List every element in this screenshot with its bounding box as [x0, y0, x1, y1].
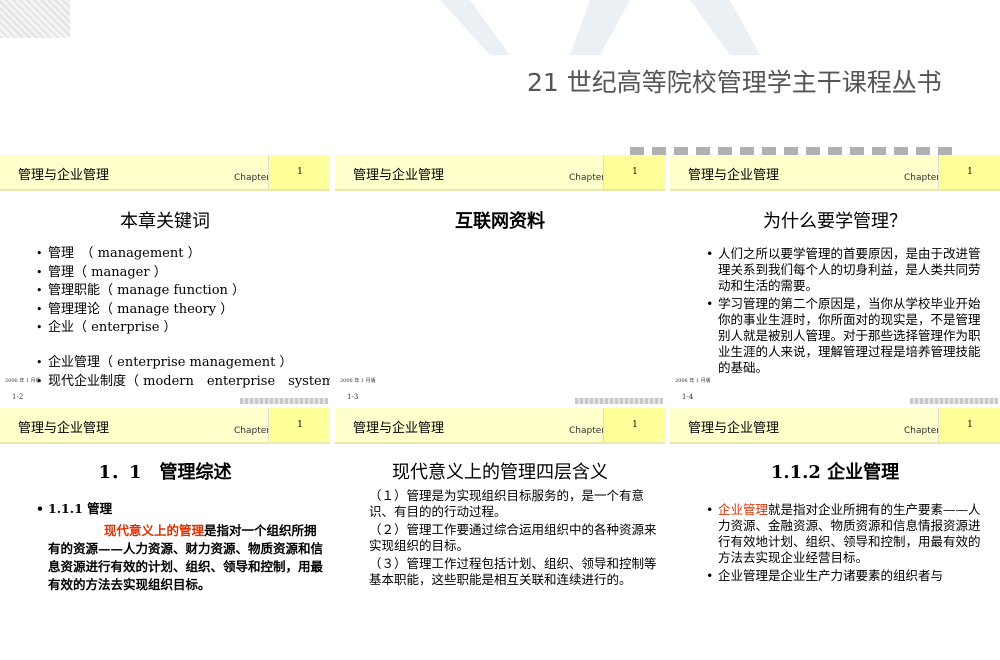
header-title: 管理与企业管理 — [18, 168, 110, 183]
chapter-label: Chapter — [569, 426, 605, 436]
meanings-list: （１）管理是为实现组织目标服务的，是一个有意识、有目的的行动过程。 （２）管理工… — [369, 488, 659, 588]
slide-number: 1-3 — [347, 393, 359, 401]
list-item: 企业管理就是指对企业所拥有的生产要素——人力资源、金融资源、物质资源和信息情报资… — [706, 502, 988, 566]
subsection-heading: 1.1.1 管理 — [48, 501, 113, 516]
chapter-number-badge: 1 — [603, 155, 665, 189]
chapter-number-badge: 1 — [268, 408, 330, 442]
footer-decoration — [910, 398, 998, 404]
header-title: 管理与企业管理 — [18, 421, 110, 436]
slide-header: 管理与企业管理 Chapter 1 — [0, 155, 330, 191]
footer-date: 2006 年 1 月版 — [5, 378, 41, 384]
list-item: 管理（ manager ） — [36, 264, 245, 283]
slide-four-meanings[interactable]: 管理与企业管理 Chapter 1 现代意义上的管理四层含义 （１）管理是为实现… — [335, 408, 665, 660]
chapter-number-badge: 1 — [268, 155, 330, 189]
list-item: （３）管理工作过程包括计划、组织、领导和控制等基本职能，这些职能是相互关联和连续… — [369, 556, 657, 587]
list-item: 企业管理（ enterprise management ） — [36, 354, 330, 373]
slide-header: 管理与企业管理 Chapter 1 — [670, 408, 1000, 444]
slide-title: 为什么要学管理？ — [763, 211, 907, 232]
definition-block: 1.1.1 管理 现代意义上的管理是指对一个组织所拥有的资源——人力资源、财力资… — [36, 500, 324, 596]
slide-header: 管理与企业管理 Chapter 1 — [335, 408, 665, 444]
background-watermark-logo — [440, 0, 760, 55]
slide-why-learn-management[interactable]: 管理与企业管理 Chapter 1 为什么要学管理？ 人们之所以要学管理的首要原… — [670, 155, 1000, 407]
definition-text: 现代意义上的管理是指对一个组织所拥有的资源——人力资源、财力资源、物质资源和信息… — [48, 523, 324, 592]
chapter-label: Chapter — [234, 173, 270, 183]
slide-title: 1．1 管理综述 — [98, 462, 232, 483]
footer-date: 2006 年 1 月版 — [340, 378, 376, 384]
list-item: （１）管理是为实现组织目标服务的，是一个有意识、有目的的行动过程。 — [369, 488, 645, 519]
list-item: 1.1.1 管理 现代意义上的管理是指对一个组织所拥有的资源——人力资源、财力资… — [36, 500, 324, 594]
slide-header: 管理与企业管理 Chapter 1 — [335, 155, 665, 191]
footer-decoration — [575, 398, 663, 404]
slide-management-overview[interactable]: 管理与企业管理 Chapter 1 1．1 管理综述 1.1.1 管理 现代意义… — [0, 408, 330, 660]
chapter-label: Chapter — [234, 426, 270, 436]
list-item: 管理理论（ manage theory ） — [36, 301, 245, 320]
chapter-number-badge: 1 — [938, 155, 1000, 189]
slide-header: 管理与企业管理 Chapter 1 — [670, 155, 1000, 191]
list-item: 企业（ enterprise ） — [36, 319, 245, 338]
slide-enterprise-management[interactable]: 管理与企业管理 Chapter 1 1.1.2 企业管理 企业管理就是指对企业所… — [670, 408, 1000, 660]
slide-header: 管理与企业管理 Chapter 1 — [0, 408, 330, 444]
list-item: 人们之所以要学管理的首要原因，是由于改进管理关系到我们每个人的切身利益，是人类共… — [706, 246, 986, 294]
slide-internet-resources[interactable]: 管理与企业管理 Chapter 1 互联网资料 2006 年 1 月版 1-3 — [335, 155, 665, 407]
slide-number: 1-2 — [12, 393, 24, 401]
slide-title: 现代意义上的管理四层含义 — [392, 462, 608, 483]
list-item: 学习管理的第二个原因是，当你从学校毕业开始你的事业生涯时，你所面对的现实是，不是… — [706, 296, 986, 376]
book-series-title: 21 世纪高等院校管理学主干课程丛书 — [527, 68, 942, 97]
top-left-texture — [0, 0, 70, 38]
reason-list: 人们之所以要学管理的首要原因，是由于改进管理关系到我们每个人的切身利益，是人类共… — [706, 246, 986, 378]
chapter-label: Chapter — [904, 426, 940, 436]
definition-list: 企业管理就是指对企业所拥有的生产要素——人力资源、金融资源、物质资源和信息情报资… — [706, 502, 988, 586]
slide-keywords[interactable]: 管理与企业管理 Chapter 1 本章关键词 管理 （ management … — [0, 155, 330, 407]
keyword-list-2: 企业管理（ enterprise management ） 现代企业制度（ mo… — [36, 354, 330, 391]
list-item: 现代企业制度（ modern enterprise system — [36, 373, 330, 392]
header-title: 管理与企业管理 — [688, 168, 780, 183]
list-item: 管理 （ management ） — [36, 245, 245, 264]
background-cutoff-text — [630, 147, 960, 155]
header-title: 管理与企业管理 — [353, 421, 445, 436]
list-item: 管理职能（ manage function ） — [36, 282, 245, 301]
list-item: （２）管理工作要通过综合运用组织中的各种资源来实现组织的目标。 — [369, 522, 657, 553]
slide-title: 1.1.2 企业管理 — [770, 462, 900, 483]
slide-number: 1-4 — [682, 393, 694, 401]
header-title: 管理与企业管理 — [688, 421, 780, 436]
header-title: 管理与企业管理 — [353, 168, 445, 183]
highlight-term: 现代意义上的管理 — [104, 523, 205, 538]
chapter-label: Chapter — [904, 173, 940, 183]
footer-decoration — [240, 398, 328, 404]
chapter-label: Chapter — [569, 173, 605, 183]
list-item: 企业管理是企业生产力诸要素的组织者与 — [706, 568, 988, 584]
keyword-list: 管理 （ management ） 管理（ manager ） 管理职能（ ma… — [36, 245, 245, 338]
slide-title: 本章关键词 — [120, 211, 210, 232]
chapter-number-badge: 1 — [938, 408, 1000, 442]
highlight-term: 企业管理 — [718, 502, 769, 517]
footer-date: 2006 年 1 月版 — [675, 378, 711, 384]
chapter-number-badge: 1 — [603, 408, 665, 442]
slide-title: 互联网资料 — [455, 211, 545, 232]
